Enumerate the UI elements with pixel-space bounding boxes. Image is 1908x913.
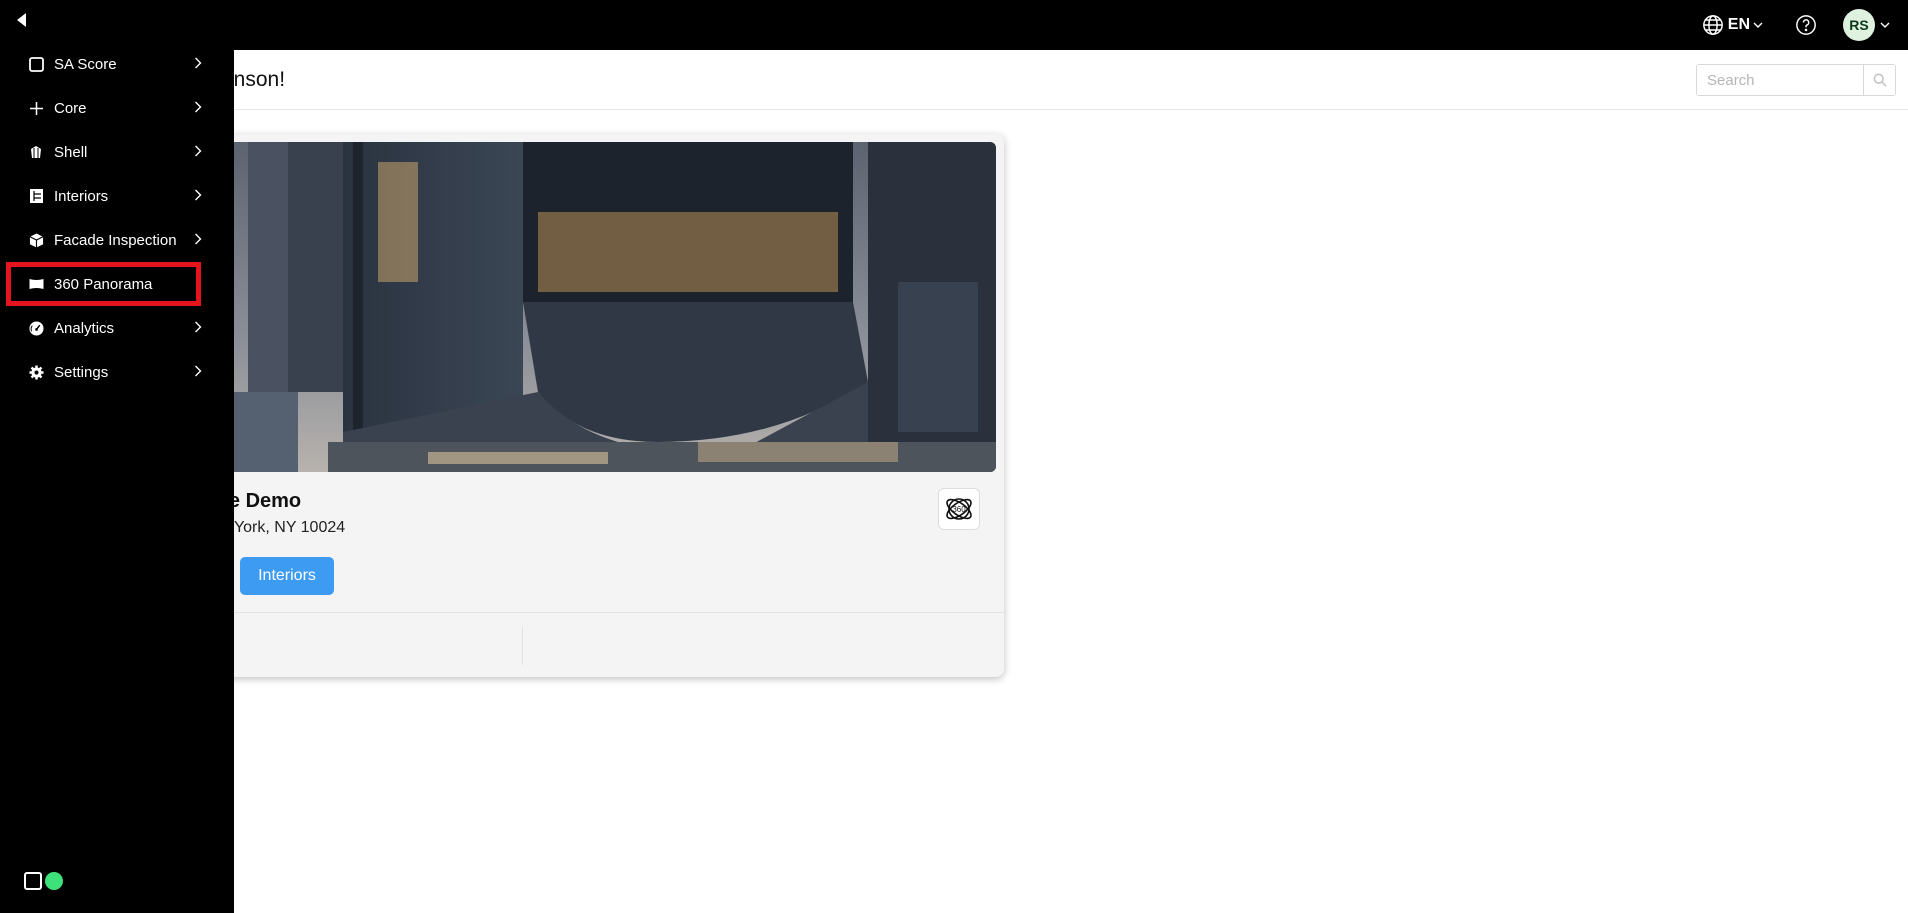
panorama-360-icon: 360 — [946, 498, 972, 520]
caret-left-icon — [17, 13, 26, 27]
sidebar-footer — [24, 872, 63, 890]
sidebar-item-label: Facade Inspection — [54, 231, 177, 249]
plus-icon — [28, 100, 44, 116]
chevron-right-icon — [194, 101, 202, 113]
sidebar-item-analytics[interactable]: Analytics — [0, 306, 234, 350]
footer-divider — [522, 627, 523, 665]
sidebar: SA Score Core Shell Interiors Facade Ins… — [0, 0, 234, 913]
shell-icon — [28, 144, 44, 160]
question-icon — [1796, 15, 1816, 35]
card-footer — [170, 612, 1004, 677]
top-bar: EN RS — [0, 0, 1908, 50]
sidebar-item-settings[interactable]: Settings — [0, 350, 234, 394]
chevron-right-icon — [194, 57, 202, 69]
gear-icon — [28, 364, 44, 380]
sidebar-item-label: Analytics — [54, 319, 115, 337]
sidebar-item-label: Shell — [54, 143, 88, 161]
status-indicator — [45, 872, 63, 890]
panorama-360-badge[interactable]: 360 — [938, 488, 980, 530]
project-card[interactable]: ecture Demo et New York, NY 10024 360 In… — [170, 134, 1004, 677]
language-selector[interactable]: EN — [1702, 14, 1767, 36]
globe-icon — [1702, 15, 1723, 35]
sidebar-item-label: Settings — [54, 363, 109, 381]
search-box — [1696, 64, 1896, 96]
cube-icon — [28, 232, 44, 248]
sidebar-item-core[interactable]: Core — [0, 86, 234, 130]
sidebar-item-label: Core — [54, 99, 87, 117]
chevron-right-icon — [194, 189, 202, 201]
sidebar-nav: SA Score Core Shell Interiors Facade Ins… — [0, 42, 234, 394]
project-image[interactable] — [178, 142, 996, 472]
search-button[interactable] — [1863, 65, 1895, 95]
chevron-down-icon — [1880, 22, 1890, 28]
user-menu[interactable]: RS — [1843, 9, 1890, 41]
chevron-right-icon — [194, 321, 202, 333]
sidebar-item-label: SA Score — [54, 55, 117, 73]
sidebar-item-label: 360 Panorama — [54, 275, 153, 293]
sidebar-item-sa-score[interactable]: SA Score — [0, 42, 234, 86]
top-right-controls: EN RS — [1702, 9, 1890, 41]
sidebar-item-interiors[interactable]: Interiors — [0, 174, 234, 218]
sidebar-item-360-panorama[interactable]: 360 Panorama — [6, 262, 201, 306]
logo — [24, 872, 42, 890]
chevron-down-icon — [1753, 22, 1763, 28]
interiors-icon — [28, 188, 44, 204]
sidebar-item-shell[interactable]: Shell — [0, 130, 234, 174]
chevron-right-icon — [194, 233, 202, 245]
panorama-360-label: 360 — [952, 505, 966, 514]
chevron-right-icon — [194, 365, 202, 377]
sidebar-item-facade-inspection[interactable]: Facade Inspection — [0, 218, 234, 262]
language-label: EN — [1727, 16, 1750, 33]
square-outline-icon — [28, 56, 44, 72]
chevron-right-icon — [194, 145, 202, 157]
interiors-button[interactable]: Interiors — [240, 557, 334, 595]
sidebar-item-label: Interiors — [54, 187, 109, 205]
collapse-sidebar-button[interactable] — [12, 10, 32, 30]
search-icon — [1873, 73, 1887, 87]
panorama-icon — [28, 276, 44, 292]
gauge-icon — [28, 320, 44, 336]
page-header: anson! — [0, 50, 1908, 110]
help-button[interactable] — [1795, 14, 1817, 36]
search-input[interactable] — [1697, 65, 1863, 95]
avatar: RS — [1843, 9, 1875, 41]
